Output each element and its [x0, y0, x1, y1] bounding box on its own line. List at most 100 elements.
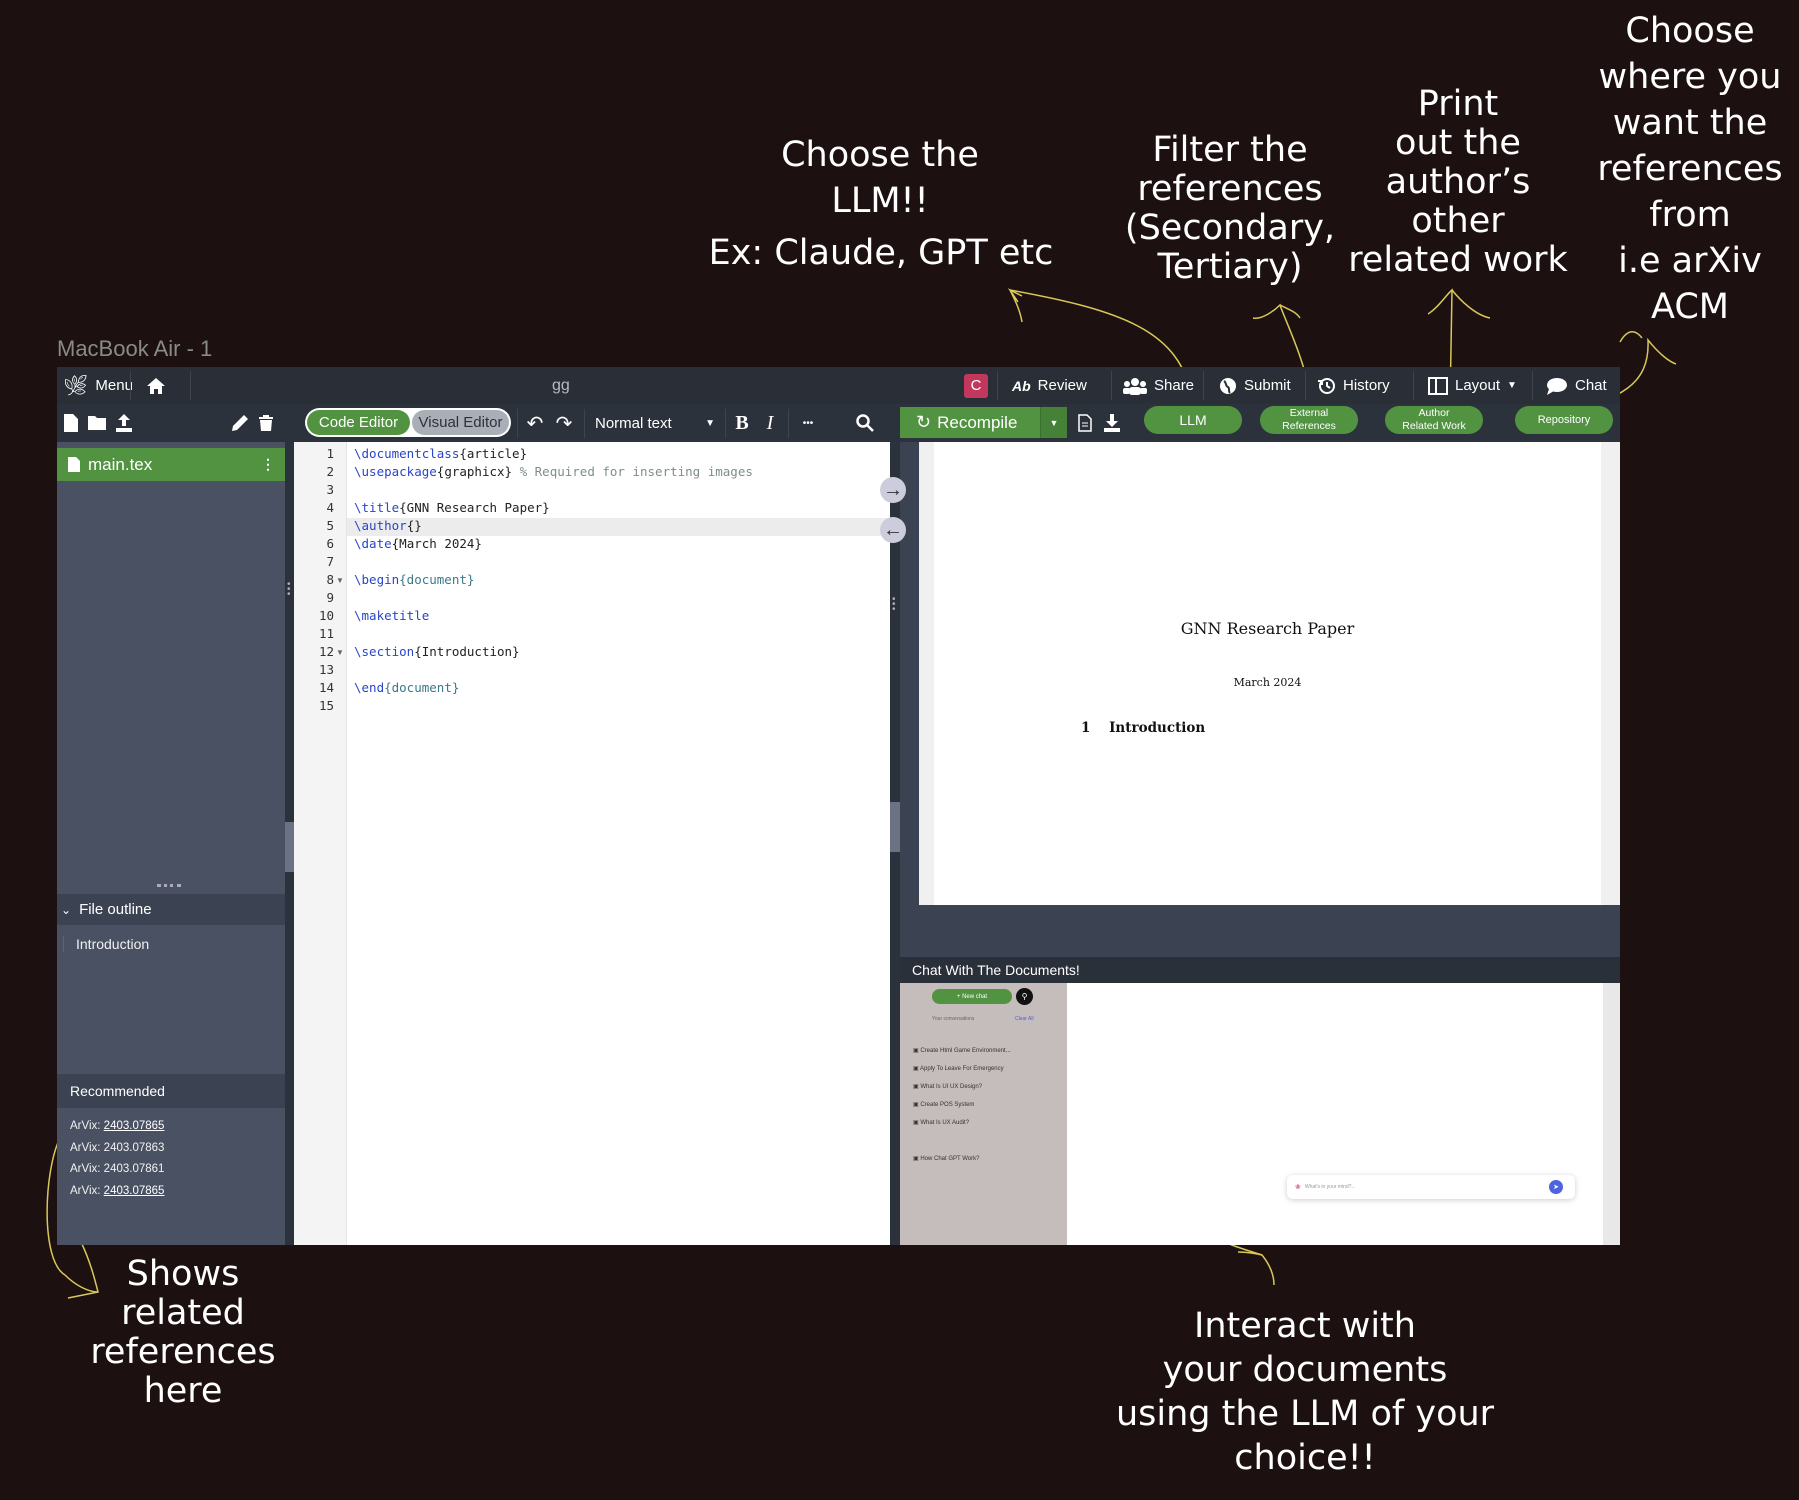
menu-button[interactable]: 🌿︎ Menu [63, 367, 133, 404]
chat-button[interactable]: Chat [1546, 367, 1607, 404]
annotation-chat: Interact with your documents using the L… [1115, 1306, 1495, 1478]
history-label: History [1343, 377, 1390, 394]
recommended-link[interactable]: 2403.07865 [104, 1185, 165, 1197]
line-number: 9 [326, 590, 334, 605]
text-style-select[interactable]: Normal text ▼ [595, 410, 715, 436]
submit-button[interactable]: Submit [1219, 367, 1291, 404]
search-icon[interactable] [855, 413, 875, 433]
clear-all-button[interactable]: Clear All [1015, 1016, 1034, 1022]
undo-icon[interactable]: ↶ [525, 413, 545, 435]
home-button[interactable] [146, 367, 166, 404]
chat-search-button[interactable]: ⚲ [1016, 988, 1033, 1005]
panel-resize-handle[interactable] [157, 884, 181, 890]
document-icon[interactable] [1075, 413, 1095, 433]
avatar[interactable]: C [964, 373, 988, 398]
line-number: 4 [326, 500, 334, 515]
review-button[interactable]: Ab Review [1012, 367, 1087, 404]
recommended-link[interactable]: 2403.07865 [104, 1120, 165, 1132]
repository-button[interactable]: Repository [1515, 406, 1613, 434]
latex-argument: {article} [459, 446, 528, 461]
code-line[interactable]: \title{GNN Research Paper} [354, 500, 550, 515]
latex-command: \usepackage [354, 464, 437, 479]
chat-label: Chat [1575, 377, 1607, 394]
code-editor[interactable]: 1 2 3 4 5 6 7 8 9 10 11 12 13 14 15 \documentclass{art… [294, 442, 890, 1245]
drag-handle-icon: • • • [892, 594, 896, 615]
recommended-item[interactable]: ArVix: 2403.07861 [70, 1163, 164, 1175]
code-line[interactable]: \date{March 2024} [354, 536, 482, 551]
collapse-sidebar-icon[interactable] [285, 822, 294, 872]
sync-to-pdf-icon[interactable]: → [880, 477, 906, 503]
file-outline-header[interactable]: ⌄ File outline [57, 894, 285, 925]
conversation-item[interactable]: ▣ Create Html Game Environment... [913, 1047, 1011, 1054]
collapse-pdf-icon[interactable] [890, 802, 900, 852]
pdf-preview[interactable]: GNN Research Paper March 2024 1 Introduc… [919, 442, 1620, 905]
overleaf-logo-icon: 🌿︎ [63, 375, 89, 397]
latex-argument: {} [406, 518, 422, 533]
recompile-button[interactable]: ↻ Recompile [900, 407, 1049, 438]
file-options-icon[interactable]: ⋮ [261, 456, 275, 473]
new-file-icon[interactable] [61, 413, 81, 433]
project-title[interactable]: gg [552, 367, 570, 404]
chat-bubble-icon [1547, 377, 1567, 395]
conversation-item[interactable]: ▣ How Chat GPT Work? [913, 1155, 979, 1162]
history-button[interactable]: History [1318, 367, 1390, 404]
recommended-item[interactable]: ArVix: 2403.07865 [70, 1185, 164, 1197]
file-tree-panel: main.tex ⋮ ⌄ File outline Introduction R… [57, 442, 285, 1245]
recompile-options-button[interactable]: ▼ [1040, 407, 1067, 438]
conversation-item[interactable]: ▣ What Is UX Audit? [913, 1119, 969, 1126]
text-style-label: Normal text [595, 414, 672, 432]
download-icon[interactable] [1102, 413, 1122, 433]
code-line[interactable]: \usepackage{graphicx} % Required for ins… [354, 464, 753, 479]
pdf-section-number: 1 [1081, 720, 1091, 736]
conversation-item[interactable]: ▣ What Is UI UX Design? [913, 1083, 982, 1090]
new-chat-button[interactable]: + New chat [932, 989, 1012, 1004]
latex-argument: {Introduction} [414, 644, 520, 659]
chat-scroll-track[interactable] [1603, 983, 1620, 1245]
chat-input[interactable]: ❀ What's in your mind?... ➤ [1287, 1175, 1575, 1199]
bold-button[interactable]: B [732, 412, 752, 434]
sync-to-code-icon[interactable]: ← [880, 517, 906, 543]
fold-icon[interactable]: ▼ [336, 576, 344, 585]
code-line[interactable]: \documentclass{article} [354, 446, 527, 461]
code-editor-toggle[interactable]: Code Editor [307, 410, 410, 435]
annotation-filter: Filter the references (Secondary, Tertia… [1124, 130, 1336, 287]
rename-icon[interactable] [230, 413, 250, 433]
code-line[interactable]: \author{} [354, 518, 422, 533]
recommended-item[interactable]: ArVix: 2403.07863 [70, 1142, 164, 1154]
share-button[interactable]: Share [1123, 367, 1194, 404]
code-line[interactable]: \maketitle [354, 608, 429, 623]
refresh-icon: ↻ [916, 412, 932, 432]
conversation-title: Create POS System [920, 1102, 975, 1108]
visual-editor-toggle[interactable]: Visual Editor [412, 410, 509, 435]
send-icon[interactable]: ➤ [1549, 1180, 1563, 1194]
conversation-item[interactable]: ▣ Apply To Leave For Emergency [913, 1065, 1004, 1072]
redo-icon[interactable]: ↷ [554, 413, 574, 435]
recommended-id: 2403.07863 [103, 1142, 165, 1154]
author-related-work-button[interactable]: Author Related Work [1385, 406, 1483, 434]
more-button[interactable]: ••• [798, 413, 818, 433]
external-references-button[interactable]: External References [1260, 406, 1358, 434]
file-tree-item-main-tex[interactable]: main.tex ⋮ [57, 448, 285, 481]
conversation-item[interactable]: ▣ Create POS System [913, 1101, 974, 1108]
outline-item-introduction[interactable]: Introduction [63, 936, 149, 952]
code-line[interactable]: \end{document} [354, 680, 459, 695]
file-name: main.tex [88, 454, 153, 474]
code-line[interactable]: \begin{document} [354, 572, 474, 587]
annotation-llm: Choose the LLM!! [781, 135, 979, 221]
layout-button[interactable]: Layout ▼ [1428, 367, 1517, 404]
layout-label: Layout [1455, 377, 1501, 394]
fold-icon[interactable]: ▼ [336, 648, 344, 657]
code-line[interactable]: \section{Introduction} [354, 644, 520, 659]
recommended-header: Recommended [57, 1074, 285, 1108]
pdf-title: GNN Research Paper [1180, 619, 1355, 638]
italic-button[interactable]: I [760, 412, 780, 434]
latex-command: \author [354, 518, 407, 533]
upload-icon[interactable] [114, 413, 134, 433]
delete-icon[interactable] [256, 413, 276, 433]
line-number: 12 [318, 644, 334, 659]
sidebar-splitter[interactable]: • • • [285, 442, 294, 1245]
new-folder-icon[interactable] [87, 413, 107, 433]
recommended-item[interactable]: ArVix: 2403.07865 [70, 1120, 164, 1132]
editor-pdf-splitter[interactable]: • • • [890, 442, 900, 1245]
llm-button[interactable]: LLM [1144, 406, 1242, 434]
